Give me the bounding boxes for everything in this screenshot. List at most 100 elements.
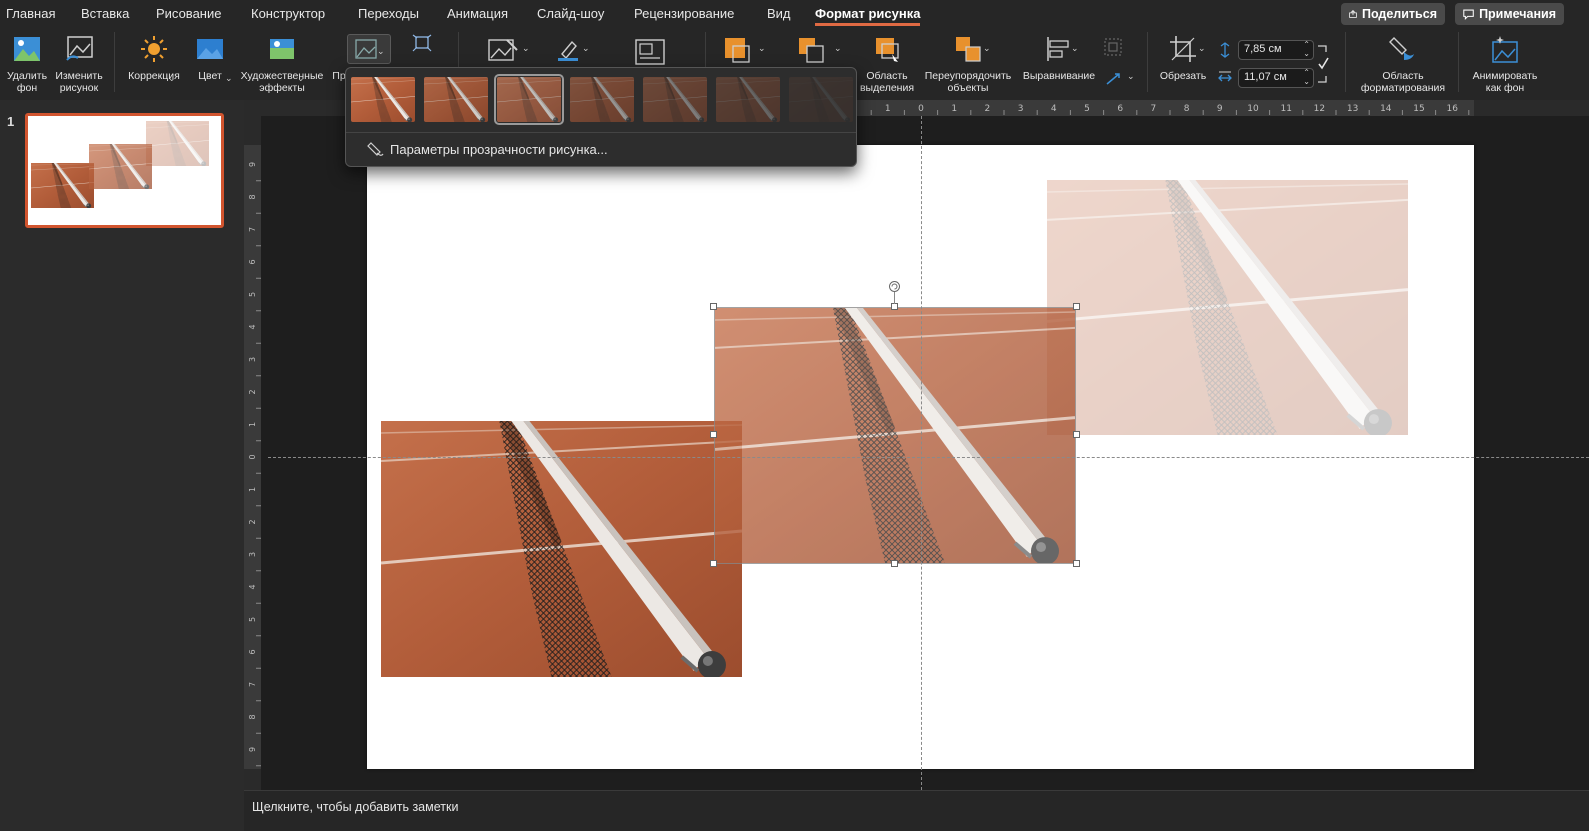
ruler-tick-label: 3 <box>248 552 257 557</box>
chevron-down-icon[interactable]: ⌄ <box>168 73 176 84</box>
artistic-effects-button[interactable]: Художественные эффекты <box>236 32 328 94</box>
transparency-preset-0[interactable] <box>351 77 415 122</box>
animate-as-background-button[interactable]: Анимировать как фон <box>1466 32 1544 94</box>
resize-handle[interactable] <box>891 560 898 567</box>
align-button[interactable]: Выравнивание <box>1020 32 1098 82</box>
selection-pane-icon <box>870 32 904 66</box>
picture-styles-icon[interactable] <box>487 36 519 64</box>
tab-animations[interactable]: Анимация <box>447 6 508 21</box>
comments-button[interactable]: Примечания <box>1455 3 1564 25</box>
tennis-net-picture-selected[interactable] <box>714 307 1076 564</box>
rotation-stem <box>894 292 895 304</box>
selection-pane-label: Область выделения <box>859 70 915 94</box>
tennis-net-picture-opaque[interactable] <box>381 421 742 677</box>
remove-background-button[interactable]: Удалить фон <box>4 32 50 94</box>
chevron-down-icon[interactable]: ⌄ <box>225 73 233 84</box>
resize-handle[interactable] <box>710 560 717 567</box>
ruler-tick-label: 2 <box>248 389 257 394</box>
transparency-gallery-dropdown: Параметры прозрачности рисунка... <box>345 67 857 167</box>
vertical-guide[interactable] <box>921 116 922 790</box>
tennis-net-picture-faded[interactable] <box>1047 180 1408 435</box>
rotate-handle-icon[interactable] <box>888 280 901 293</box>
ruler-tick-label: 7 <box>248 682 257 687</box>
height-icon <box>1220 42 1230 58</box>
height-control: 7,85 см ⌃ ⌄ <box>1218 40 1314 60</box>
arrange-objects-button[interactable]: Переупорядочить объекты <box>920 32 1016 94</box>
format-pane-button[interactable]: Область форматирования <box>1355 32 1451 94</box>
resize-handle[interactable] <box>710 431 717 438</box>
picture-border-icon[interactable] <box>556 38 580 62</box>
share-icon <box>1349 10 1357 18</box>
thumbnail-picture <box>89 144 152 189</box>
artistic-effects-label: Художественные эффекты <box>240 70 324 94</box>
chevron-down-icon[interactable]: ⌄ <box>1071 43 1079 54</box>
transparency-preset-30[interactable] <box>494 74 564 125</box>
chevron-down-icon[interactable]: ⌄ <box>297 73 305 84</box>
chevron-down-icon[interactable]: ⌄ <box>758 43 766 54</box>
ruler-tick-label: 11 <box>1280 104 1291 114</box>
tab-view[interactable]: Вид <box>767 6 791 21</box>
transparency-dropdown-button[interactable]: ⌄ <box>347 34 391 64</box>
ribbon-separator <box>1345 32 1346 92</box>
resize-handle[interactable] <box>710 303 717 310</box>
height-stepper[interactable]: ⌃ ⌄ <box>1303 40 1310 58</box>
tab-transitions[interactable]: Переходы <box>358 6 419 21</box>
transparency-icon: ⌄ <box>355 39 383 59</box>
transparency-button-label[interactable]: Пр <box>332 32 346 82</box>
tab-picture-format[interactable]: Формат рисунка <box>815 6 921 26</box>
chevron-down-icon[interactable]: ⌄ <box>983 43 991 54</box>
rotate-icon[interactable] <box>1104 70 1122 88</box>
resize-handle[interactable] <box>1073 560 1080 567</box>
compress-pictures-icon[interactable] <box>412 34 432 52</box>
resize-handle[interactable] <box>1073 431 1080 438</box>
ruler-tick-label: 8 <box>248 714 257 719</box>
height-value: 7,85 см <box>1244 43 1282 55</box>
crop-button[interactable]: Обрезать <box>1155 32 1211 82</box>
transparency-preset-15[interactable] <box>424 77 488 122</box>
chevron-down-icon[interactable]: ⌄ <box>1127 71 1135 82</box>
transparency-preset-50[interactable] <box>570 77 634 122</box>
change-picture-label: Изменить рисунок <box>55 70 103 94</box>
width-stepper[interactable]: ⌃ ⌄ <box>1303 68 1310 86</box>
share-button[interactable]: Поделиться <box>1341 3 1445 25</box>
bring-forward-icon[interactable] <box>723 36 751 64</box>
change-picture-button[interactable]: Изменить рисунок <box>53 32 105 94</box>
slide-thumbnails-pane: 1 <box>0 100 244 831</box>
slide-thumbnail[interactable] <box>25 113 224 228</box>
lock-aspect-ratio-icon[interactable] <box>1316 44 1330 84</box>
animate-as-background-label: Анимировать как фон <box>1472 70 1538 94</box>
ruler-tick-label: 9 <box>248 747 257 752</box>
ruler-tick-label: 8 <box>248 194 257 199</box>
tab-home[interactable]: Главная <box>6 6 55 21</box>
tab-design[interactable]: Конструктор <box>251 6 325 21</box>
selection-pane-button[interactable]: Область выделения <box>856 32 918 94</box>
tab-draw[interactable]: Рисование <box>156 6 221 21</box>
send-backward-icon[interactable] <box>797 36 825 64</box>
chevron-down-icon[interactable]: ⌄ <box>582 43 590 54</box>
ribbon-tabs: Главная Вставка Рисование Конструктор Пе… <box>0 0 1589 28</box>
chevron-down-icon[interactable]: ⌄ <box>522 43 530 54</box>
ruler-tick-label: 4 <box>248 324 257 329</box>
chevron-down-icon[interactable]: ⌄ <box>834 43 842 54</box>
transparency-preset-65[interactable] <box>643 77 707 122</box>
tab-review[interactable]: Рецензирование <box>634 6 734 21</box>
width-input[interactable]: 11,07 см ⌃ ⌄ <box>1238 68 1314 88</box>
group-icon[interactable] <box>1104 38 1122 56</box>
tab-insert[interactable]: Вставка <box>81 6 129 21</box>
slide-number: 1 <box>7 114 15 129</box>
transparency-preset-95[interactable] <box>789 77 853 122</box>
comment-icon <box>1463 9 1474 20</box>
ruler-tick-label: 6 <box>248 259 257 264</box>
transparency-preset-80[interactable] <box>716 77 780 122</box>
ruler-tick-label: 6 <box>248 649 257 654</box>
transparency-options-item[interactable]: Параметры прозрачности рисунка... <box>366 140 608 158</box>
height-input[interactable]: 7,85 см ⌃ ⌄ <box>1238 40 1314 60</box>
horizontal-guide[interactable] <box>268 457 1589 458</box>
tab-slideshow[interactable]: Слайд-шоу <box>537 6 604 21</box>
resize-handle[interactable] <box>1073 303 1080 310</box>
width-value: 11,07 см <box>1244 71 1287 83</box>
notes-pane[interactable]: Щелкните, чтобы добавить заметки <box>244 790 1589 831</box>
chevron-down-icon[interactable]: ⌄ <box>1198 43 1206 54</box>
picture-layout-icon[interactable] <box>634 38 666 66</box>
resize-handle[interactable] <box>891 303 898 310</box>
